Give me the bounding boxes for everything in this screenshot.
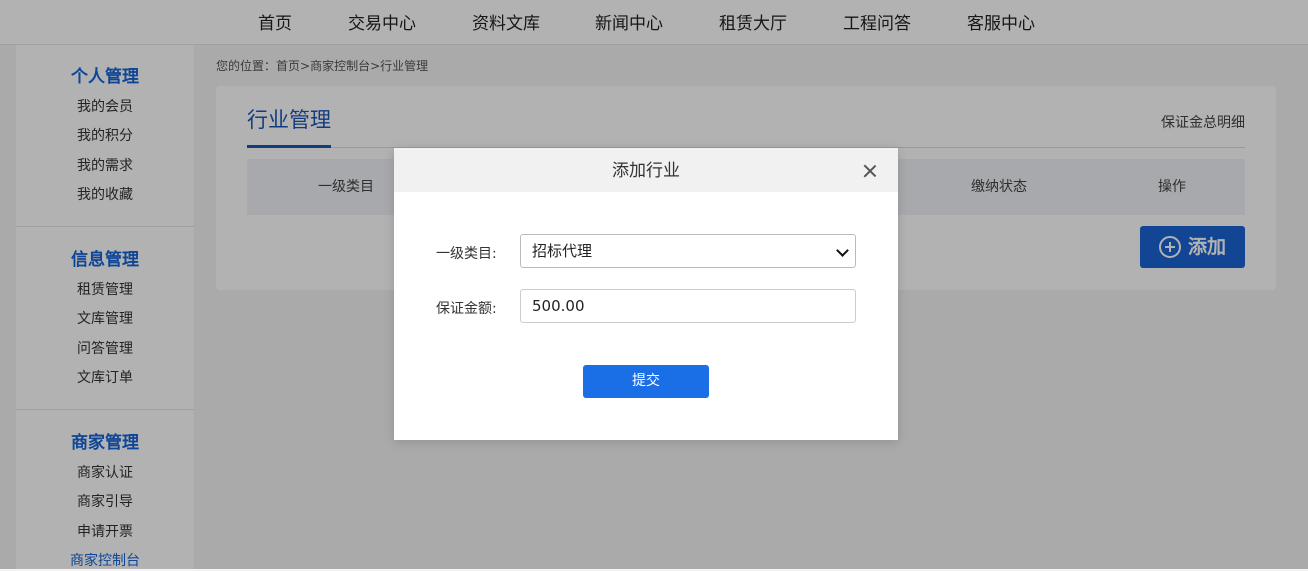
- category-label: 一级类目:: [436, 246, 497, 262]
- close-icon[interactable]: [863, 164, 877, 178]
- add-industry-dialog: 添加行业 一级类目: 招标代理 保证金额: 提交: [394, 148, 898, 440]
- deposit-amount-input[interactable]: [520, 289, 856, 323]
- submit-button[interactable]: 提交: [583, 365, 709, 398]
- dialog-header: 添加行业: [394, 148, 898, 192]
- category-select[interactable]: 招标代理: [520, 234, 856, 268]
- deposit-amount-label: 保证金额:: [436, 301, 497, 317]
- chevron-down-icon: [836, 244, 849, 257]
- dialog-title: 添加行业: [612, 161, 680, 181]
- category-select-value: 招标代理: [532, 242, 593, 260]
